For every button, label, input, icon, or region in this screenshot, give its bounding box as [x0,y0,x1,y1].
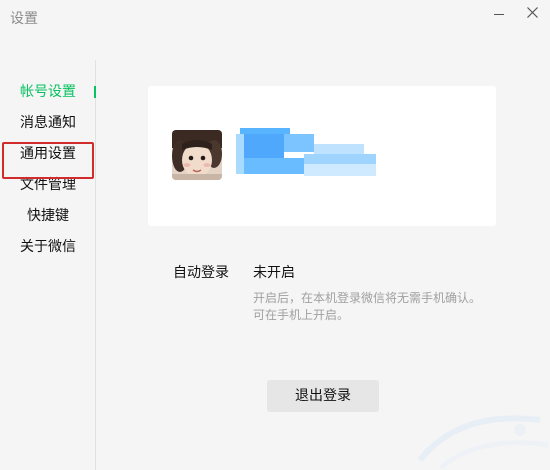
sidebar-item-shortcuts[interactable]: 快捷键 [0,204,96,228]
avatar[interactable] [172,130,222,180]
close-icon [526,7,538,18]
auto-login-description: 开启后，在本机登录微信将无需手机确认。 可在手机上开启。 [253,290,523,324]
sidebar-item-label: 快捷键 [27,208,69,224]
close-button[interactable] [520,2,544,24]
logout-button[interactable]: 退出登录 [267,380,379,412]
annotation-highlight-box [2,142,94,179]
auto-login-label: 自动登录 [173,265,229,281]
sidebar: 帐号设置 消息通知 通用设置 文件管理 快捷键 关于微信 [0,60,96,470]
auto-login-status: 未开启 [253,265,295,281]
sidebar-item-label: 消息通知 [20,115,76,131]
sidebar-item-label: 帐号设置 [20,84,76,100]
account-card [148,86,496,226]
sidebar-item-notifications[interactable]: 消息通知 [0,111,96,135]
sidebar-item-about[interactable]: 关于微信 [0,235,96,259]
minimize-button[interactable] [488,2,512,24]
sidebar-item-label: 文件管理 [20,177,76,193]
auto-login-description-line1: 开启后，在本机登录微信将无需手机确认。 [253,291,482,305]
minimize-icon [494,14,504,15]
settings-window: 设置 帐号设置 消息通知 通用设置 文件管理 快捷键 关于微信 自动登录 未开启… [0,0,550,470]
avatar-photo-icon [172,130,222,180]
window-title: 设置 [10,11,38,27]
watermark-decoration [417,415,549,470]
account-name-obscured [236,128,381,180]
auto-login-description-line2: 可在手机上开启。 [253,308,350,322]
sidebar-item-account[interactable]: 帐号设置 [0,80,96,104]
sidebar-item-label: 关于微信 [20,239,76,255]
active-indicator [94,86,96,98]
